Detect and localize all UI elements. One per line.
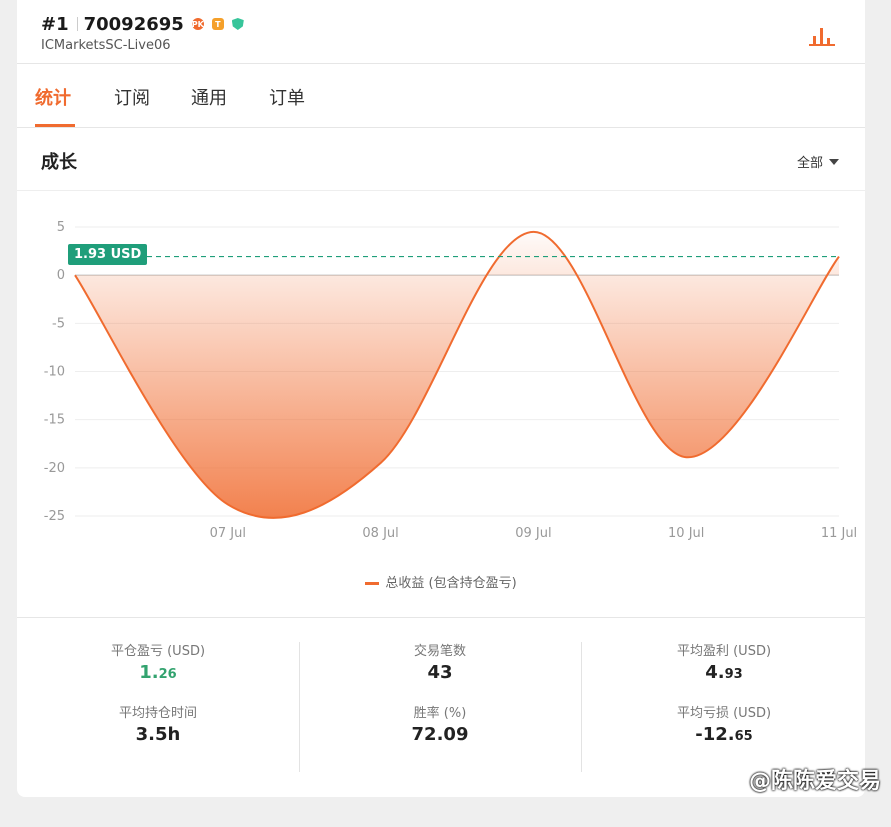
account-id: 70092695 bbox=[83, 13, 184, 35]
x-tick-label: 08 Jul bbox=[362, 526, 398, 541]
avg-hold-time-value: 3.5h bbox=[135, 724, 181, 745]
avg-loss-label: 平均亏损 (USD) bbox=[676, 706, 772, 721]
active-tab-indicator bbox=[35, 124, 75, 127]
tab-subscribe[interactable]: 订阅 bbox=[114, 84, 150, 110]
avg-profit-value: 4.93 bbox=[705, 662, 743, 683]
tab-orders[interactable]: 订单 bbox=[269, 84, 305, 110]
win-rate-label: 胜率 (%) bbox=[413, 706, 467, 721]
title-divider bbox=[76, 17, 78, 31]
y-tick-label: 5 bbox=[57, 220, 65, 235]
trade-count-label: 交易笔数 bbox=[413, 644, 466, 659]
stats-col-1: 平仓盈亏 (USD) 1.26 平均持仓时间 3.5h bbox=[17, 640, 299, 764]
growth-chart: 5 0 -5 -10 -15 -20 -25 07 Jul 08 Jul 09 Jul 10 Jul… bbox=[17, 191, 865, 616]
stats-divider bbox=[581, 642, 582, 772]
legend-swatch bbox=[365, 582, 380, 585]
section-title: 成长 bbox=[41, 152, 77, 173]
closed-pnl-label: 平仓盈亏 (USD) bbox=[110, 644, 206, 659]
fire-pk-icon: PK bbox=[191, 18, 204, 30]
y-tick-label: -5 bbox=[52, 316, 65, 331]
x-tick-label: 10 Jul bbox=[668, 526, 704, 541]
range-dropdown-label: 全部 bbox=[796, 156, 823, 171]
y-tick-label: 0 bbox=[57, 268, 65, 283]
y-tick-label: -15 bbox=[44, 413, 65, 428]
range-dropdown[interactable]: 全部 bbox=[797, 152, 839, 171]
stats-col-3: 平均盈利 (USD) 4.93 平均亏损 (USD) -12.65 bbox=[583, 640, 865, 764]
account-header: #1 70092695 PK T ICMarketsSC-Live06 bbox=[17, 0, 865, 64]
bar-chart-icon[interactable] bbox=[809, 24, 835, 46]
avg-loss-value: -12.65 bbox=[695, 724, 753, 745]
tab-bar: 统计 订阅 通用 订单 bbox=[17, 64, 865, 128]
chart-legend[interactable]: 总收益 (包含持仓盈亏) bbox=[17, 572, 865, 591]
account-title-row: #1 70092695 PK T bbox=[41, 12, 244, 36]
closed-pnl-value: 1.26 bbox=[139, 662, 177, 683]
legend-label: 总收益 (包含持仓盈亏) bbox=[385, 576, 517, 591]
stats-panel: 平仓盈亏 (USD) 1.26 平均持仓时间 3.5h 交易笔数 43 胜率 (… bbox=[17, 617, 865, 797]
avg-hold-time-label: 平均持仓时间 bbox=[118, 706, 197, 721]
shield-check-icon bbox=[231, 18, 244, 30]
growth-section-header: 成长 全部 bbox=[17, 128, 865, 191]
y-tick-label: -10 bbox=[44, 365, 65, 380]
avg-profit-label: 平均盈利 (USD) bbox=[676, 644, 772, 659]
stats-col-2: 交易笔数 43 胜率 (%) 72.09 bbox=[299, 640, 581, 764]
x-tick-label: 11 Jul bbox=[821, 526, 857, 541]
tab-general[interactable]: 通用 bbox=[191, 84, 227, 110]
t-badge-icon: T bbox=[211, 18, 224, 30]
current-value-marker: 1.93 USD bbox=[68, 243, 148, 265]
win-rate-value: 72.09 bbox=[411, 724, 469, 745]
x-tick-label: 09 Jul bbox=[515, 526, 551, 541]
trade-count-value: 43 bbox=[427, 662, 453, 683]
x-tick-label: 07 Jul bbox=[210, 526, 246, 541]
chevron-down-icon bbox=[829, 158, 839, 165]
server-name: ICMarketsSC-Live06 bbox=[41, 38, 171, 53]
watermark: @陈陈爱交易 bbox=[748, 769, 881, 794]
account-card: #1 70092695 PK T ICMarketsSC-Live06 统计 订… bbox=[17, 0, 865, 797]
rank-label: #1 bbox=[41, 13, 69, 35]
y-tick-label: -25 bbox=[44, 509, 65, 524]
tab-statistics[interactable]: 统计 bbox=[35, 84, 71, 110]
y-tick-label: -20 bbox=[44, 461, 65, 476]
